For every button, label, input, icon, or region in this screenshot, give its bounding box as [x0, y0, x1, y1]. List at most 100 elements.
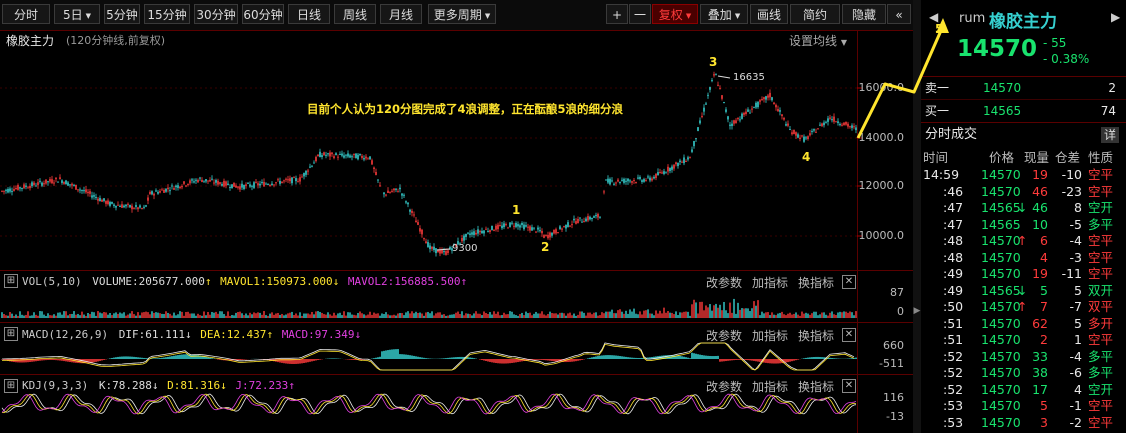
- trade-row: :52 14570 38 -6 多平: [921, 365, 1126, 382]
- wave-label-2: 2: [541, 240, 550, 254]
- macd-dif-value: DIF:61.111: [118, 328, 185, 341]
- expand-right-icon[interactable]: ▶: [913, 306, 921, 316]
- trade-diff: -5: [1069, 216, 1082, 232]
- vol-modify-params-button[interactable]: 改参数: [706, 276, 742, 290]
- col-nature: 性质: [1088, 150, 1114, 165]
- trade-price: 14570: [981, 348, 1021, 364]
- col-oi-diff: 仓差: [1055, 150, 1081, 165]
- trade-vol: 46: [1032, 183, 1048, 199]
- trade-vol: 38: [1032, 365, 1048, 380]
- arrow-down-icon: ↓: [184, 328, 192, 341]
- panel-menu-icon[interactable]: ⊞: [4, 274, 18, 288]
- trade-time: :49: [943, 266, 964, 281]
- macd-dea-value: DEA:12.437: [200, 328, 267, 341]
- volume-bars: [1, 298, 857, 318]
- trade-price: 14570: [981, 315, 1021, 331]
- trade-row: :53 14570 5 -1 空平: [921, 398, 1126, 415]
- trade-diff: -23: [1061, 183, 1082, 199]
- y-tick-16000: 16000.0: [858, 81, 905, 94]
- trade-nature: 空平: [1088, 167, 1114, 182]
- trade-vol: 2: [1040, 332, 1048, 347]
- trade-diff: -3: [1069, 249, 1082, 265]
- macd-switch-indicator-button[interactable]: 换指标: [798, 329, 834, 343]
- trade-row: :51 14570 2 1 空平: [921, 332, 1126, 349]
- trade-nature: 多平: [1088, 365, 1114, 380]
- trade-diff: -2: [1069, 414, 1082, 430]
- vol-switch-indicator-button[interactable]: 换指标: [798, 276, 834, 290]
- arrow-down-icon: ↓: [151, 379, 159, 392]
- panel-menu-icon[interactable]: ⊞: [4, 327, 18, 341]
- trade-vol: 46: [1032, 200, 1048, 215]
- candlestick-series: [1, 71, 857, 257]
- trade-nature: 空平: [1088, 183, 1114, 199]
- arrow-up-icon: ↑: [288, 379, 295, 392]
- trade-row: 14:59 14570 19 -10 空平: [921, 167, 1126, 184]
- trade-row: :52 14570 33 -4 多平: [921, 349, 1126, 366]
- trade-row: :49 14565 ↓ 5 5 双开: [921, 283, 1126, 300]
- trade-diff: -7: [1069, 299, 1082, 314]
- trade-nature: 空平: [1088, 233, 1114, 248]
- wave-label-1: 1: [512, 203, 521, 217]
- trade-diff: 4: [1074, 381, 1082, 397]
- macd-macd-value: MACD:97.349: [281, 328, 355, 341]
- trade-row: :48 14570 4 -3 空平: [921, 250, 1126, 267]
- kdj-switch-indicator-button[interactable]: 换指标: [798, 380, 834, 394]
- trade-time: :51: [943, 315, 964, 331]
- kdj-d-value: D:81.316: [167, 379, 221, 392]
- trades-header-row: 时间 价格 现量 仓差 性质: [921, 150, 1126, 167]
- sell1-row: 卖一 14570 2: [921, 77, 1126, 100]
- trade-diff: -11: [1061, 266, 1082, 281]
- trade-price: 14570: [981, 365, 1021, 380]
- kline-chart[interactable]: [0, 0, 913, 433]
- col-price: 价格: [989, 150, 1015, 165]
- trade-time: :49: [943, 282, 964, 298]
- trade-arrow: ↑: [1017, 299, 1028, 314]
- trade-nature: 多平: [1088, 216, 1114, 232]
- y-tick-14000: 14000.0: [858, 131, 905, 144]
- price-change-pct: - 0.38%: [1043, 52, 1090, 66]
- arrow-down-icon: ↓: [332, 275, 340, 288]
- trade-vol: 3: [1040, 414, 1048, 430]
- splitter[interactable]: [913, 0, 921, 433]
- buy1-row: 买一 14565 74: [921, 100, 1126, 123]
- buy1-label: 买一: [925, 104, 950, 118]
- kdj-lines: [1, 393, 857, 415]
- trade-nature: 空平: [1088, 249, 1114, 265]
- col-time: 时间: [923, 150, 949, 165]
- trade-time: :52: [943, 365, 964, 380]
- kdj-add-indicator-button[interactable]: 加指标: [752, 380, 788, 394]
- macd-modify-params-button[interactable]: 改参数: [706, 329, 742, 343]
- trade-vol: 19: [1032, 266, 1048, 281]
- trade-price: 14570: [981, 398, 1021, 413]
- trade-row: :52 14570 17 4 空开: [921, 382, 1126, 399]
- kdj-close-icon[interactable]: ✕: [842, 379, 856, 393]
- details-button[interactable]: 详: [1101, 127, 1119, 143]
- trade-diff: -4: [1069, 233, 1082, 248]
- trade-vol: 17: [1032, 381, 1048, 397]
- wave-label-3: 3: [709, 55, 718, 69]
- price-change: - 55: [1043, 36, 1067, 50]
- trade-row: :51 14570 62 5 多开: [921, 316, 1126, 333]
- trade-nature: 空平: [1088, 414, 1114, 430]
- vol-close-icon[interactable]: ✕: [842, 275, 856, 289]
- trades-section-title: 分时成交: [925, 127, 978, 142]
- trade-nature: 空平: [1088, 332, 1114, 347]
- arrow-up-icon: ↑: [266, 328, 274, 341]
- y-tick-12000: 12000.0: [858, 179, 905, 192]
- next-contract-icon[interactable]: ▶: [1111, 10, 1120, 24]
- kdj-modify-params-button[interactable]: 改参数: [706, 380, 742, 394]
- contract-code: rum: [959, 11, 986, 26]
- panel-menu-icon[interactable]: ⊞: [4, 379, 18, 393]
- buy1-volume: 74: [1100, 104, 1116, 118]
- trade-nature: 双开: [1088, 282, 1114, 298]
- trade-time: :52: [943, 348, 964, 364]
- macd-add-indicator-button[interactable]: 加指标: [752, 329, 788, 343]
- kdj-tick-max: 116: [883, 391, 904, 404]
- trade-vol: 7: [1040, 299, 1048, 314]
- trade-vol: 6: [1040, 233, 1048, 248]
- macd-close-icon[interactable]: ✕: [842, 328, 856, 342]
- vol-add-indicator-button[interactable]: 加指标: [752, 276, 788, 290]
- trade-time: :46: [943, 183, 964, 199]
- trade-vol: 5: [1040, 398, 1048, 413]
- trade-price: 14570: [981, 233, 1021, 248]
